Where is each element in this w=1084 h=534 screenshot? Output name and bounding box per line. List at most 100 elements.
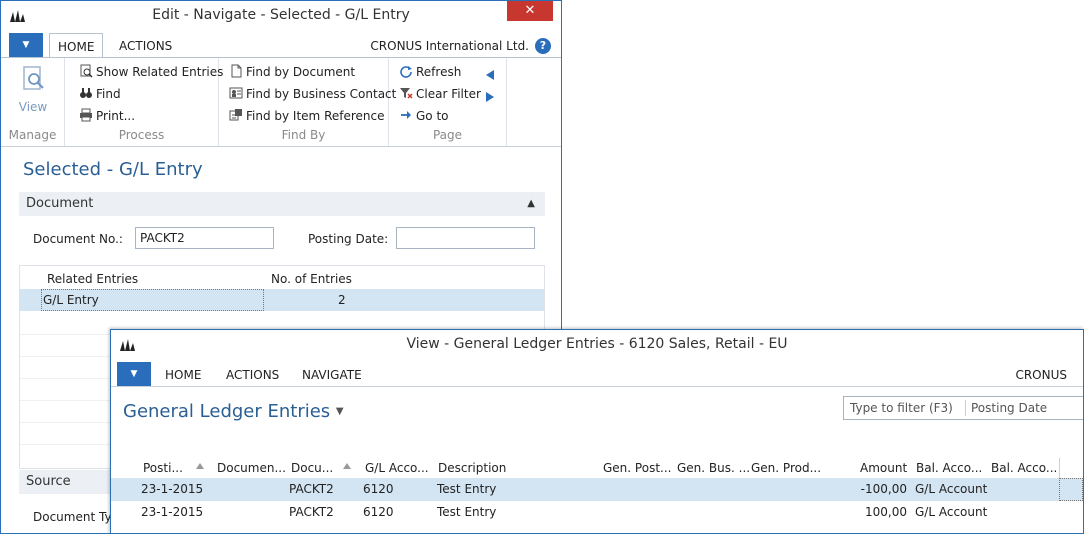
- column-header-gen-prod-posting-group[interactable]: Gen. Prod...: [751, 461, 821, 475]
- find-button[interactable]: Find: [79, 84, 121, 104]
- document-no-cell[interactable]: PACKT2: [289, 505, 334, 519]
- help-icon[interactable]: ?: [535, 38, 551, 54]
- window-title: View - General Ledger Entries - 6120 Sal…: [406, 336, 788, 352]
- column-header-description[interactable]: Description: [438, 461, 506, 475]
- table-row[interactable]: 23-1-2015 PACKT2 6120 Test Entry -100,00…: [111, 478, 1083, 501]
- document-type-label: Document Typ: [33, 510, 120, 524]
- tab-navigate[interactable]: NAVIGATE: [302, 362, 362, 386]
- gen-prod-header-label: Gen. Prod...: [751, 461, 822, 475]
- group-label-manage: Manage: [8, 128, 57, 142]
- posting-date-label: Posting Date:: [308, 232, 389, 246]
- show-related-entries-label: Show Related Entries: [96, 65, 224, 79]
- filter-box[interactable]: Type to filter (F3) Posting Date: [843, 396, 1083, 420]
- print-button[interactable]: Print...: [79, 106, 135, 126]
- table-row[interactable]: G/L Entry 2: [20, 289, 544, 311]
- document-no-input[interactable]: PACKT2: [135, 227, 274, 249]
- close-button[interactable]: ✕: [507, 1, 553, 21]
- sort-ascending-icon[interactable]: [342, 462, 352, 470]
- list-title-label: General Ledger Entries: [123, 401, 331, 422]
- gen-posting-type-header-label: Gen. Post...: [603, 461, 672, 475]
- view-label: View: [18, 100, 48, 114]
- column-header-posting-date[interactable]: Posti...: [143, 461, 183, 475]
- column-header-amount[interactable]: Amount: [860, 461, 907, 475]
- posting-date-cell[interactable]: 23-1-2015: [141, 482, 203, 496]
- column-header-gen-posting-type[interactable]: Gen. Post...: [603, 461, 671, 475]
- posting-date-cell[interactable]: 23-1-2015: [141, 505, 203, 519]
- group-label-process: Process: [118, 128, 165, 142]
- company-name: CRONUS International Ltd.: [370, 39, 529, 53]
- bal-account-type-cell[interactable]: G/L Account: [915, 482, 987, 496]
- tab-actions[interactable]: ACTIONS: [226, 362, 279, 386]
- clear-filter-label: Clear Filter: [416, 87, 481, 101]
- column-header-gen-bus-posting-group[interactable]: Gen. Bus. ...: [677, 461, 750, 475]
- app-menu-button[interactable]: ▼: [117, 362, 151, 386]
- list-title[interactable]: General Ledger Entries ▼: [123, 401, 344, 422]
- go-to-button[interactable]: Go to: [399, 106, 449, 126]
- document-icon: [231, 64, 242, 78]
- column-header-gl-account[interactable]: G/L Acco...: [365, 461, 429, 475]
- company-name: CRONUS: [1015, 368, 1067, 382]
- gl-account-header-label: G/L Acco...: [365, 461, 429, 475]
- view-icon: [23, 66, 44, 90]
- entry-count-cell[interactable]: 2: [338, 293, 346, 307]
- tab-home[interactable]: HOME: [49, 33, 104, 57]
- triangle-left-icon: [486, 70, 494, 80]
- related-entry-cell[interactable]: G/L Entry: [43, 293, 99, 307]
- sort-ascending-icon[interactable]: [195, 462, 205, 470]
- triangle-right-icon: [486, 92, 494, 102]
- print-label: Print...: [96, 109, 136, 123]
- posting-date-input[interactable]: [396, 227, 535, 249]
- page-title: Selected - G/L Entry: [23, 159, 203, 180]
- find-by-business-contact-button[interactable]: Find by Business Contact: [229, 84, 396, 104]
- table-row[interactable]: 23-1-2015 PACKT2 6120 Test Entry 100,00 …: [111, 501, 1083, 524]
- bal-account-type-cell[interactable]: G/L Account: [915, 505, 987, 519]
- printer-icon: [80, 108, 92, 122]
- title-bar: Edit - Navigate - Selected - G/L Entry ✕: [1, 1, 561, 33]
- next-record-button[interactable]: [485, 88, 495, 107]
- item-reference-icon: [229, 109, 242, 121]
- find-by-document-button[interactable]: Find by Document: [229, 62, 355, 82]
- tab-home[interactable]: HOME: [165, 362, 201, 386]
- amount-cell[interactable]: 100,00: [865, 505, 907, 519]
- filter-field-select[interactable]: Posting Date: [971, 401, 1047, 415]
- description-cell[interactable]: Test Entry: [437, 505, 496, 519]
- tab-actions[interactable]: ACTIONS: [111, 33, 180, 57]
- document-no-cell[interactable]: PACKT2: [289, 482, 334, 496]
- refresh-button[interactable]: Refresh: [399, 62, 461, 82]
- column-header-no-of-entries[interactable]: No. of Entries: [271, 272, 352, 286]
- general-ledger-entries-window: View - General Ledger Entries - 6120 Sal…: [110, 329, 1084, 534]
- clear-filter-button[interactable]: Clear Filter: [399, 84, 481, 104]
- focused-cell: [1059, 478, 1083, 501]
- column-header-bal-account-type[interactable]: Bal. Acco...: [916, 461, 982, 475]
- gl-account-cell[interactable]: 6120: [363, 505, 394, 519]
- find-label: Find: [96, 87, 121, 101]
- column-divider: [1059, 458, 1060, 478]
- view-button[interactable]: View: [15, 64, 51, 114]
- app-menu-button[interactable]: ▼: [9, 33, 43, 57]
- collapse-chevron-up-icon[interactable]: ▲: [527, 192, 535, 216]
- binoculars-icon: [80, 88, 92, 98]
- amount-header-label: Amount: [860, 461, 908, 475]
- ribbon-tabs: ▼ HOME ACTIONS NAVIGATE CRONUS: [111, 362, 1083, 386]
- ribbon-group-manage: View Manage: [1, 58, 65, 146]
- show-related-entries-button[interactable]: Show Related Entries: [79, 62, 223, 82]
- description-cell[interactable]: Test Entry: [437, 482, 496, 496]
- amount-cell[interactable]: -100,00: [861, 482, 907, 496]
- gl-account-cell[interactable]: 6120: [363, 482, 394, 496]
- column-header-bal-account-no[interactable]: Bal. Acco...: [991, 461, 1057, 475]
- title-bar: View - General Ledger Entries - 6120 Sal…: [111, 330, 1083, 362]
- gen-bus-header-label: Gen. Bus. ...: [677, 461, 751, 475]
- document-section-header[interactable]: Document ▲: [19, 192, 545, 216]
- ribbon-tabs: ▼ HOME ACTIONS CRONUS International Ltd.…: [1, 33, 561, 57]
- bal-account-type-header-label: Bal. Acco...: [916, 461, 983, 475]
- arrow-right-icon: [401, 111, 411, 119]
- previous-record-button[interactable]: [485, 66, 495, 85]
- find-by-item-reference-button[interactable]: Find by Item Reference: [229, 106, 385, 126]
- go-to-label: Go to: [416, 109, 449, 123]
- column-header-document-type[interactable]: Documen...: [217, 461, 286, 475]
- document-section-label: Document: [26, 196, 94, 211]
- column-header-related-entries[interactable]: Related Entries: [47, 272, 138, 286]
- chevron-down-icon[interactable]: ▼: [336, 406, 344, 417]
- filter-input[interactable]: Type to filter (F3): [850, 401, 953, 415]
- column-header-document-no[interactable]: Docu...: [291, 461, 333, 475]
